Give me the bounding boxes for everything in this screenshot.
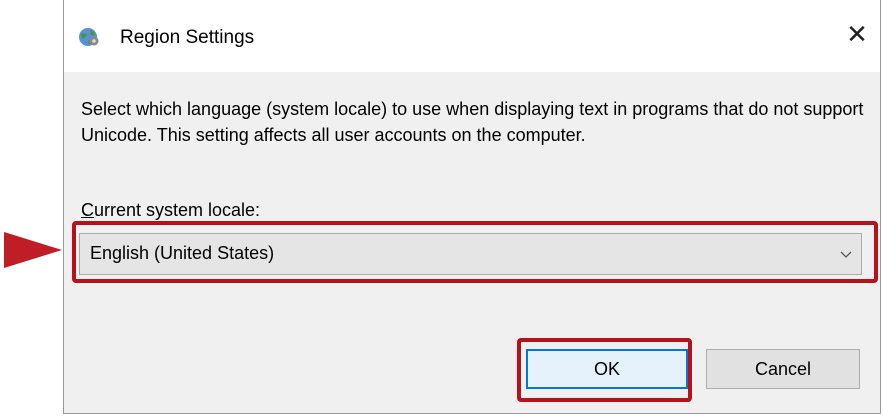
ok-button[interactable]: OK <box>526 349 688 389</box>
locale-label: Current system locale: <box>81 200 260 221</box>
locale-label-accelerator: C <box>81 200 94 220</box>
dialog-title: Region Settings <box>120 27 255 48</box>
region-settings-dialog: Region Settings ✕ Select which language … <box>63 0 881 414</box>
annotation-arrow-locale <box>4 232 62 268</box>
globe-settings-icon <box>79 28 99 46</box>
chevron-down-icon[interactable] <box>839 247 853 261</box>
close-icon: ✕ <box>846 18 868 49</box>
cancel-button[interactable]: Cancel <box>706 349 860 389</box>
description-text: Select which language (system locale) to… <box>81 99 864 145</box>
title-bar: Region Settings ✕ <box>64 0 880 72</box>
selected-locale: English (United States) <box>90 243 275 263</box>
system-locale-select[interactable]: English (United States) <box>79 233 862 275</box>
close-button[interactable]: ✕ <box>834 14 880 54</box>
locale-label-text: urrent system locale: <box>94 200 261 220</box>
